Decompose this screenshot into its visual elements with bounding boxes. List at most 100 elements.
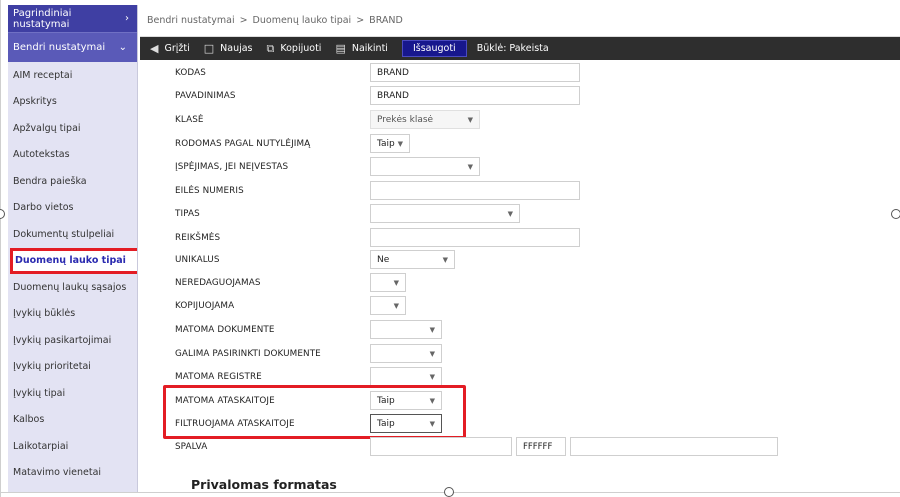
sidebar-item-label: Laikotarpiai <box>13 440 69 452</box>
highlight-box <box>163 385 466 439</box>
chevron-down-icon: ▼ <box>397 139 403 148</box>
new-button[interactable]: □ Naujas <box>204 42 253 55</box>
sidebar-item-laikotarpiai[interactable]: Laikotarpiai <box>8 433 137 460</box>
sidebar-top-label: Pagrindiniai nustatymai <box>13 7 72 30</box>
klase-select[interactable]: Prekės klasė ▼ <box>370 110 480 129</box>
sidebar-item-matavimo-vienetai[interactable]: Matavimo vienetai <box>8 460 137 487</box>
sidebar-section-label: Bendri nustatymai <box>13 42 106 53</box>
breadcrumb-item-current: BRAND <box>369 15 403 26</box>
sidebar-item-dokumentu-stulpeliai[interactable]: Dokumentų stulpeliai <box>8 221 137 248</box>
resize-handle-left-icon[interactable] <box>0 209 5 219</box>
copy-label: Kopijuoti <box>280 43 322 54</box>
sidebar-item-apskritys[interactable]: Apskritys <box>8 89 137 116</box>
sidebar-item-ivykiu-prioritetai[interactable]: Įvykių prioritetai <box>8 354 137 381</box>
pavadinimas-value: BRAND <box>377 90 409 101</box>
section-title: Privalomas formatas <box>191 477 337 492</box>
chevron-down-icon: ▼ <box>429 349 435 358</box>
label-kopijuojama: KOPIJUOJAMA <box>175 301 235 311</box>
copy-icon: ⧉ <box>266 41 275 55</box>
chevron-down-icon: ▼ <box>467 115 473 124</box>
resize-handle-right-icon[interactable] <box>891 209 900 219</box>
kodas-input[interactable]: BRAND <box>370 63 580 82</box>
spalva-input[interactable] <box>370 437 512 456</box>
sidebar-item-autotekstas[interactable]: Autotekstas <box>8 142 137 169</box>
sidebar-item-label: Įvykių būklės <box>13 308 76 320</box>
galima-pasirinkti-select[interactable]: ▼ <box>370 344 442 363</box>
delete-button[interactable]: ▤ Naikinti <box>335 42 388 55</box>
trash-icon: ▤ <box>335 42 346 55</box>
circle-left-icon: ◀ <box>150 42 159 55</box>
sidebar-item-apzvalgu-tipai[interactable]: Apžvalgų tipai <box>8 115 137 142</box>
breadcrumb-item-tipai[interactable]: Duomenų lauko tipai <box>253 15 352 26</box>
label-neredaguojamas: NEREDAGUOJAMAS <box>175 278 261 288</box>
label-spalva: SPALVA <box>175 442 208 452</box>
label-matoma-dokumente: MATOMA DOKUMENTE <box>175 325 275 335</box>
save-label: Išsaugoti <box>412 43 456 54</box>
sidebar-item-ivykiu-tipai[interactable]: Įvykių tipai <box>8 380 137 407</box>
sidebar-item-label: Duomenų lauko tipai <box>15 255 126 267</box>
klase-value: Prekės klasė <box>377 114 434 125</box>
status-text: Būklė: Pakeista <box>476 43 549 54</box>
chevron-down-icon: ▼ <box>507 209 513 218</box>
label-reiksmes: REIKŠMĖS <box>175 233 221 243</box>
sidebar-item-duomenu-lauku-sasajos[interactable]: Duomenų laukų sąsajos <box>8 274 137 301</box>
tipas-select[interactable]: ▼ <box>370 204 520 223</box>
sidebar-item-label: Įvykių prioritetai <box>13 361 91 373</box>
copy-button[interactable]: ⧉ Kopijuoti <box>267 42 322 56</box>
spalva-hex-value: FFFFFF <box>523 441 553 452</box>
label-eiles-numeris: EILĖS NUMERIS <box>175 186 244 196</box>
chevron-down-icon: ▼ <box>393 278 399 287</box>
label-rodomas: RODOMAS PAGAL NUTYLĖJIMĄ <box>175 139 311 149</box>
kopijuojama-select[interactable]: ▼ <box>370 296 406 315</box>
matoma-registre-select[interactable]: ▼ <box>370 367 442 386</box>
matoma-dokumente-select[interactable]: ▼ <box>370 320 442 339</box>
spalva-extra-input[interactable] <box>570 437 778 456</box>
sidebar-item-ivykiu-pasikartojimai[interactable]: Įvykių pasikartojimai <box>8 327 137 354</box>
sidebar-item-label: Dokumentų stulpeliai <box>13 228 115 240</box>
rodomas-select[interactable]: Taip ▼ <box>370 134 410 153</box>
chevron-down-icon: ▼ <box>393 301 399 310</box>
sidebar-item-label: AIM receptai <box>13 69 73 81</box>
neredaguojamas-select[interactable]: ▼ <box>370 273 406 292</box>
sidebar-item-label: Bendra paieška <box>13 175 87 187</box>
chevron-down-icon: ▼ <box>467 162 473 171</box>
breadcrumb-item-bendri[interactable]: Bendri nustatymai <box>147 15 235 26</box>
sidebar-item-duomenu-lauko-tipai[interactable]: Duomenų lauko tipai <box>10 247 137 274</box>
breadcrumb-separator: > <box>356 15 365 26</box>
pavadinimas-input[interactable]: BRAND <box>370 86 580 105</box>
chevron-down-icon: ▼ <box>429 325 435 334</box>
sidebar-item-kalbos[interactable]: Kalbos <box>8 407 137 434</box>
back-button[interactable]: ◀ Grįžti <box>150 42 190 55</box>
label-matoma-registre: MATOMA REGISTRE <box>175 372 262 382</box>
sidebar-section-header[interactable]: Bendri nustatymai ⌄ <box>8 32 137 62</box>
chevron-right-icon: › <box>125 13 129 24</box>
chevron-down-icon: ▼ <box>429 372 435 381</box>
eiles-numeris-input[interactable] <box>370 181 580 200</box>
reiksmes-input[interactable] <box>370 228 580 247</box>
sidebar-item-bendra-paieska[interactable]: Bendra paieška <box>8 168 137 195</box>
sidebar-list: AIM receptai Apskritys Apžvalgų tipai Au… <box>8 62 137 486</box>
sidebar-item-darbo-vietos[interactable]: Darbo vietos <box>8 195 137 222</box>
sidebar-item-label: Darbo vietos <box>13 202 74 214</box>
label-pavadinimas: PAVADINIMAS <box>175 91 236 101</box>
resize-handle-bottom-icon[interactable] <box>444 487 454 497</box>
new-label: Naujas <box>220 43 253 54</box>
sidebar-item-ivykiu-bukles[interactable]: Įvykių būklės <box>8 301 137 328</box>
sidebar-top-menu[interactable]: Pagrindiniai nustatymai › <box>8 5 137 32</box>
sidebar-item-label: Apžvalgų tipai <box>13 122 81 134</box>
sidebar-item-label: Kalbos <box>13 414 45 426</box>
kodas-value: BRAND <box>377 67 409 78</box>
label-unikalus: UNIKALUS <box>175 255 220 265</box>
chevron-down-icon: ▼ <box>442 255 448 264</box>
ispejimas-select[interactable]: ▼ <box>370 157 480 176</box>
frame-left-edge <box>0 0 1 497</box>
toolbar: ◀ Grįžti □ Naujas ⧉ Kopijuoti ▤ Naikinti… <box>140 37 900 60</box>
label-klase: KLASĖ <box>175 115 204 125</box>
sidebar-item-label: Duomenų laukų sąsajos <box>13 281 127 293</box>
unikalus-select[interactable]: Ne ▼ <box>370 250 455 269</box>
save-button[interactable]: Išsaugoti <box>401 40 467 57</box>
sidebar-item-aim-receptai[interactable]: AIM receptai <box>8 62 137 89</box>
label-kodas: KODAS <box>175 68 206 78</box>
rodomas-value: Taip <box>377 138 395 149</box>
spalva-hex-input[interactable]: FFFFFF <box>516 437 566 456</box>
